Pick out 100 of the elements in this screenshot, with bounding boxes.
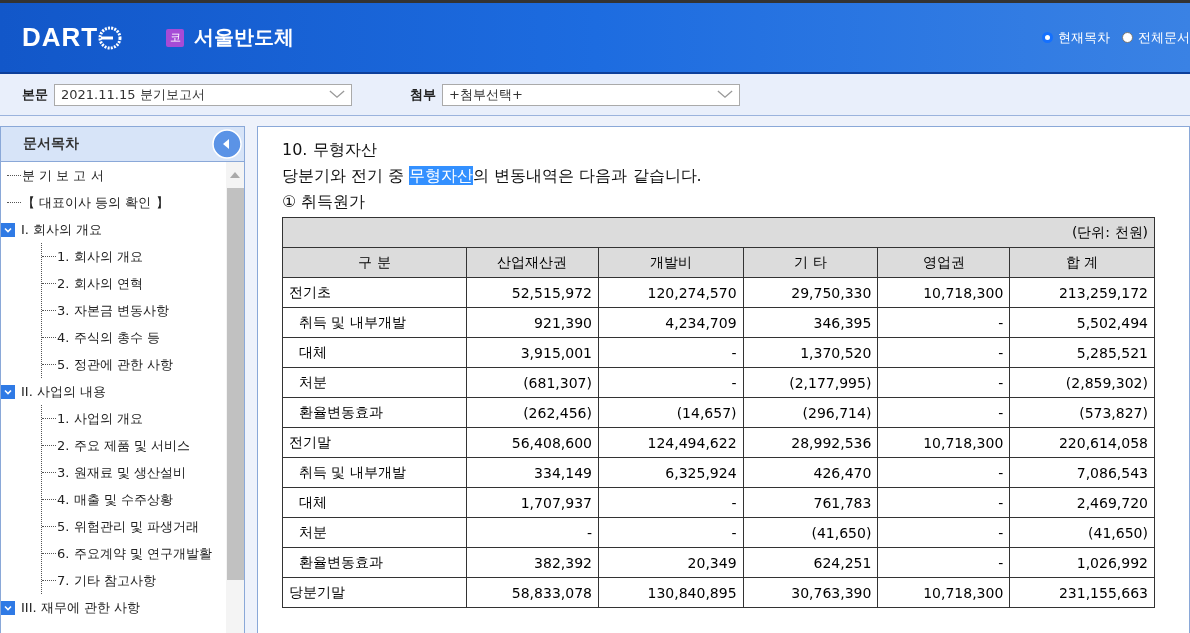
table-cell: 처분: [282, 367, 467, 398]
view-option[interactable]: 전체문서: [1122, 28, 1190, 47]
dropdown[interactable]: +첨부선택+: [442, 83, 740, 106]
tree-item[interactable]: 6. 주요계약 및 연구개발활: [57, 544, 212, 563]
table-cell: 1,707,937: [466, 487, 599, 518]
table-cell: 624,251: [743, 547, 878, 578]
field-label: 첨부: [410, 85, 436, 104]
table-cell: 761,783: [743, 487, 878, 518]
table-cell: 921,390: [466, 307, 599, 338]
table-cell: 1,026,992: [1009, 547, 1155, 578]
table-cell: 52,515,972: [466, 277, 599, 308]
tree-item[interactable]: 2. 주요 제품 및 서비스: [57, 436, 190, 455]
table-cell: -: [877, 487, 1010, 518]
table-cell: 전기말: [282, 427, 467, 458]
table-cell: 전기초: [282, 277, 467, 308]
table-cell: -: [598, 367, 744, 398]
tree-item[interactable]: I. 회사의 개요: [21, 220, 103, 239]
table-cell: (14,657): [598, 397, 744, 428]
market-badge: 코: [166, 28, 185, 47]
table-cell: 취득 및 내부개발: [282, 307, 467, 338]
view-option[interactable]: 현재목차: [1042, 28, 1110, 47]
table-cell: 2,469,720: [1009, 487, 1155, 518]
table-cell: 120,274,570: [598, 277, 744, 308]
table-cell: 220,614,058: [1009, 427, 1155, 458]
table-cell: 5,285,521: [1009, 337, 1155, 368]
tree-item[interactable]: III. 재무에 관한 사항: [21, 598, 141, 617]
table-cell: 346,395: [743, 307, 878, 338]
table-cell: (573,827): [1009, 397, 1155, 428]
table-cell: -: [877, 367, 1010, 398]
tree-item[interactable]: 3. 원재료 및 생산설비: [57, 463, 186, 482]
table-cell: 124,494,622: [598, 427, 744, 458]
table-cell: 213,259,172: [1009, 277, 1155, 308]
logo[interactable]: DART: [22, 22, 123, 53]
table-cell: -: [877, 307, 1010, 338]
table-cell: 231,155,663: [1009, 577, 1155, 608]
collapse-icon[interactable]: [1, 222, 15, 237]
table-cell: -: [598, 517, 744, 548]
table-cell: -: [598, 337, 744, 368]
section-heading: 10. 무형자산: [282, 139, 378, 161]
table-cell: 130,840,895: [598, 577, 744, 608]
tree-item[interactable]: 3. 자본금 변동사항: [57, 301, 169, 320]
dropdown[interactable]: 2021.11.15 분기보고서: [54, 83, 352, 106]
tree-item[interactable]: 【 대표이사 등의 확인 】: [22, 193, 169, 212]
collapse-button[interactable]: [212, 129, 242, 159]
table-cell: 28,992,536: [743, 427, 878, 458]
column-header: 산업재산권: [466, 247, 599, 278]
tree-item[interactable]: 4. 매출 및 수주상황: [57, 490, 173, 509]
table-cell: 처분: [282, 517, 467, 548]
radio-button[interactable]: [1122, 32, 1133, 43]
table-cell: (296,714): [743, 397, 878, 428]
scroll-thumb[interactable]: [226, 188, 244, 580]
table-cell: 7,086,543: [1009, 457, 1155, 488]
table-cell: -: [877, 517, 1010, 548]
table-cell: 6,325,924: [598, 457, 744, 488]
table-cell: 58,833,078: [466, 577, 599, 608]
tree-item[interactable]: II. 사업의 내용: [21, 382, 107, 401]
table-cell: (262,456): [466, 397, 599, 428]
tree-item[interactable]: 7. 기타 참고사항: [57, 571, 156, 590]
table-cell: 1,370,520: [743, 337, 878, 368]
scroll-up-icon[interactable]: [230, 172, 240, 178]
tree-item[interactable]: 1. 회사의 개요: [57, 247, 143, 266]
table-cell: 10,718,300: [877, 427, 1010, 458]
sidebar-title: 문서목차: [23, 135, 79, 153]
tree-item[interactable]: 4. 주식의 총수 등: [57, 328, 160, 347]
tree-item[interactable]: 5. 위험관리 및 파생거래: [57, 517, 199, 536]
table-cell: (681,307): [466, 367, 599, 398]
collapse-icon[interactable]: [1, 600, 15, 615]
table-cell: -: [877, 337, 1010, 368]
table-cell: 30,763,390: [743, 577, 878, 608]
table-cell: (41,650): [1009, 517, 1155, 548]
table-cell: 4,234,709: [598, 307, 744, 338]
tree-item[interactable]: 5. 정관에 관한 사항: [57, 355, 173, 374]
tree-item[interactable]: 분 기 보 고 서: [22, 166, 104, 185]
table-cell: (2,177,995): [743, 367, 878, 398]
table-cell: 취득 및 내부개발: [282, 457, 467, 488]
chevron-down-icon: [329, 90, 345, 99]
table-cell: -: [877, 397, 1010, 428]
table-cell: 대체: [282, 337, 467, 368]
collapse-icon[interactable]: [1, 384, 15, 399]
subheading: ① 취득원가: [282, 191, 367, 213]
tree-item[interactable]: 2. 회사의 연혁: [57, 274, 143, 293]
tree-item[interactable]: 1. 사업의 개요: [57, 409, 143, 428]
scrollbar[interactable]: [226, 162, 244, 633]
table-cell: 3,915,001: [466, 337, 599, 368]
table-cell: -: [466, 517, 599, 548]
table-cell: -: [877, 547, 1010, 578]
table-cell: 334,149: [466, 457, 599, 488]
table-cell: 환율변동효과: [282, 547, 467, 578]
chevron-down-icon: [717, 90, 733, 99]
field-label: 본문: [22, 85, 48, 104]
column-header: 개발비: [598, 247, 744, 278]
unit-label: (단위: 천원): [282, 217, 1155, 248]
table-cell: 당분기말: [282, 577, 467, 608]
column-header: 합 계: [1009, 247, 1155, 278]
radio-button[interactable]: [1042, 32, 1053, 43]
table-cell: 환율변동효과: [282, 397, 467, 428]
column-header: 구 분: [282, 247, 467, 278]
paragraph: 당분기와 전기 중 무형자산의 변동내역은 다음과 같습니다.: [282, 165, 703, 187]
table-cell: 56,408,600: [466, 427, 599, 458]
table-cell: (2,859,302): [1009, 367, 1155, 398]
